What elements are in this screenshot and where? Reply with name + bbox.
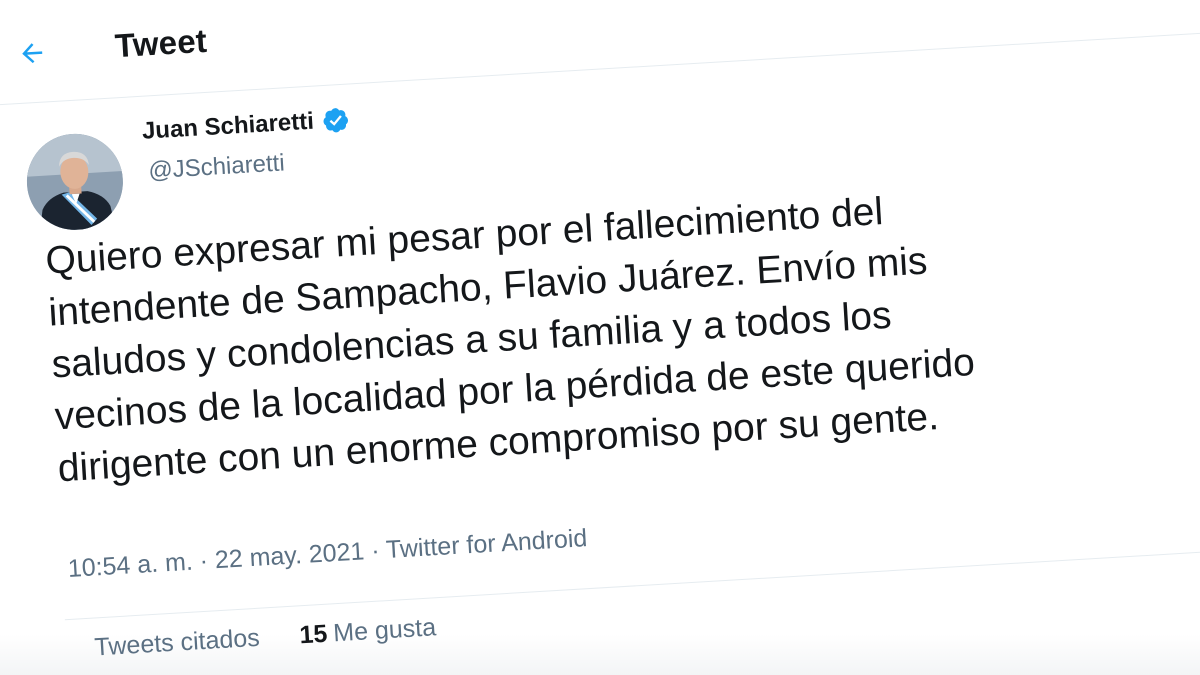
tweet-text: Quiero expresar mi pesar por el fallecim… <box>44 168 1200 496</box>
avatar-image <box>24 131 126 233</box>
back-button[interactable] <box>8 29 57 78</box>
quote-tweets-stat[interactable]: Tweets citados <box>88 624 261 663</box>
quote-tweets-count <box>88 634 90 662</box>
tweet-meta: 10:54 a. m. · 22 may. 2021 · Twitter for… <box>67 524 588 584</box>
likes-count: 15 <box>298 619 329 650</box>
verified-badge-icon <box>323 108 349 133</box>
author-handle[interactable]: @JSchiaretti <box>148 149 286 185</box>
author-name-text: Juan Schiaretti <box>141 107 315 145</box>
meta-separator: · <box>198 546 209 576</box>
page-title: Tweet <box>113 21 208 65</box>
author-name[interactable]: Juan Schiaretti <box>141 105 350 145</box>
tweet-time[interactable]: 10:54 a. m. <box>67 548 194 583</box>
likes-stat[interactable]: 15 Me gusta <box>299 613 437 650</box>
avatar[interactable] <box>24 131 126 233</box>
tweet-page: Tweet Juan Schiaretti @JSchiaretti Quier… <box>0 0 1200 675</box>
screenshot-stage: Tweet Juan Schiaretti @JSchiaretti Quier… <box>0 0 1200 675</box>
arrow-left-icon <box>22 43 43 64</box>
quote-tweets-label: Tweets citados <box>93 623 261 662</box>
tweet-date[interactable]: 22 may. 2021 <box>214 537 365 574</box>
tweet-stats: Tweets citados 15 Me gusta <box>88 613 437 663</box>
meta-separator: · <box>370 536 381 565</box>
more-options-button[interactable] <box>1118 0 1162 12</box>
likes-label: Me gusta <box>332 613 437 648</box>
tweet-source[interactable]: Twitter for Android <box>385 524 588 564</box>
